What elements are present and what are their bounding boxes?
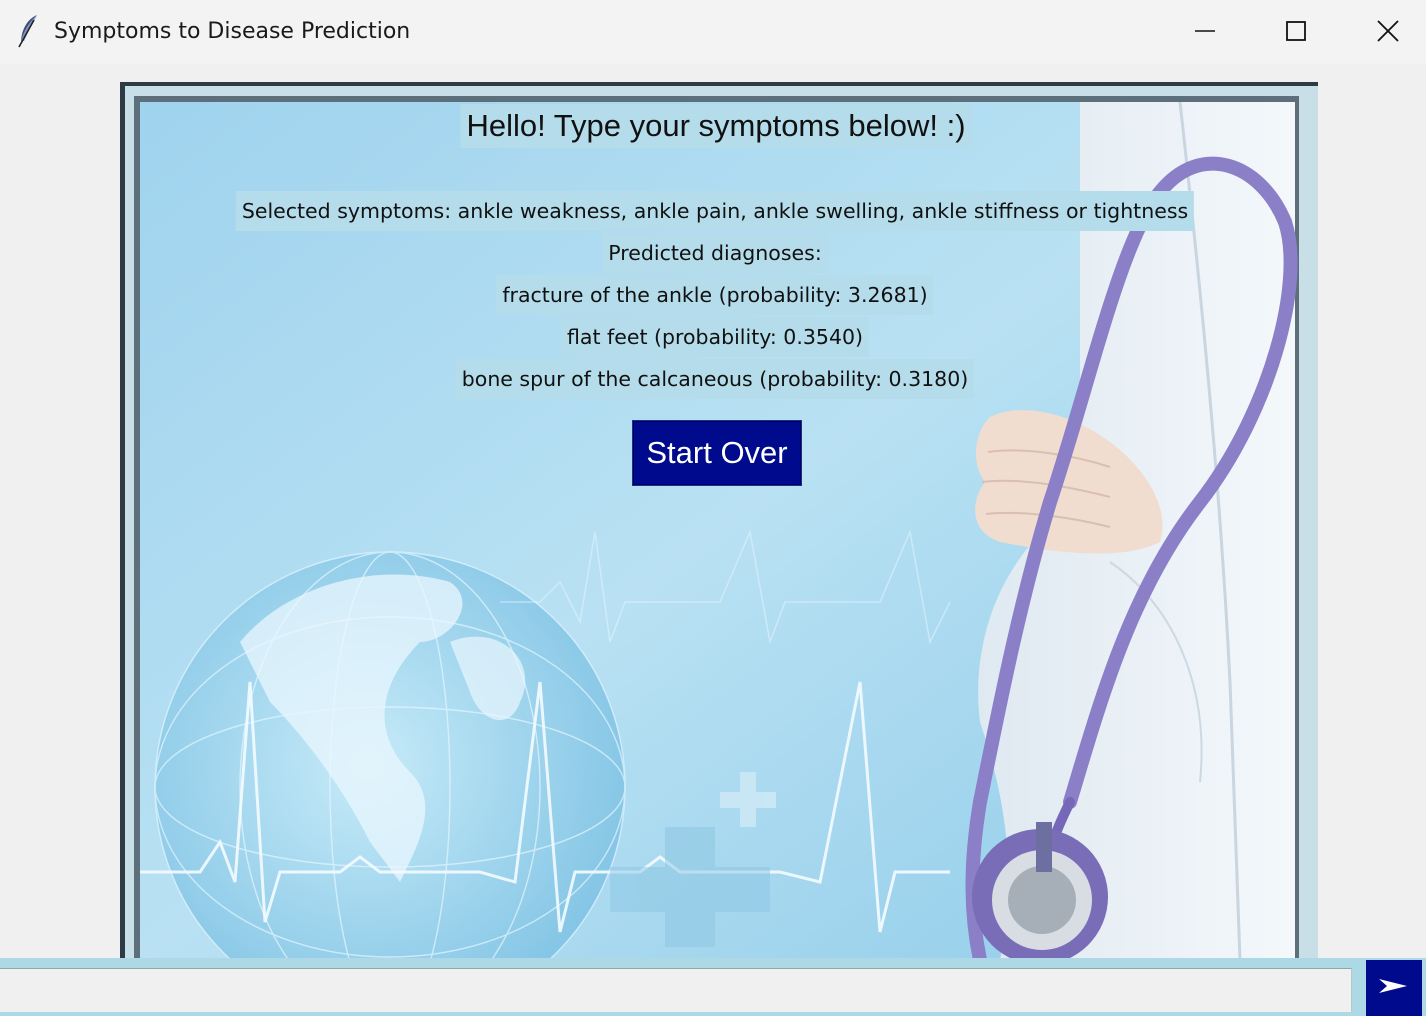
greeting-label: Hello! Type your symptoms below! :): [460, 104, 972, 148]
send-arrow-icon: [1377, 975, 1411, 1001]
minimize-button[interactable]: [1159, 0, 1251, 62]
title-bar: Symptoms to Disease Prediction: [0, 0, 1426, 64]
diagnosis-item: bone spur of the calcaneous (probability…: [455, 359, 975, 399]
minimize-icon: [1194, 20, 1216, 42]
window-title: Symptoms to Disease Prediction: [54, 19, 411, 44]
diagnosis-item: fracture of the ankle (probability: 3.26…: [496, 275, 934, 315]
predicted-diagnoses-header: Predicted diagnoses:: [602, 233, 828, 273]
close-icon: [1376, 19, 1400, 43]
selected-symptoms-label: Selected symptoms: ankle weakness, ankle…: [235, 191, 1195, 231]
maximize-button[interactable]: [1250, 0, 1342, 62]
send-button[interactable]: [1366, 960, 1422, 1016]
start-over-button[interactable]: Start Over: [632, 420, 802, 486]
feather-icon: [16, 14, 42, 48]
symptom-input[interactable]: [0, 968, 1352, 1012]
diagnosis-item: flat feet (probability: 0.3540): [560, 317, 870, 357]
close-button[interactable]: [1342, 0, 1426, 62]
maximize-icon: [1285, 20, 1307, 42]
